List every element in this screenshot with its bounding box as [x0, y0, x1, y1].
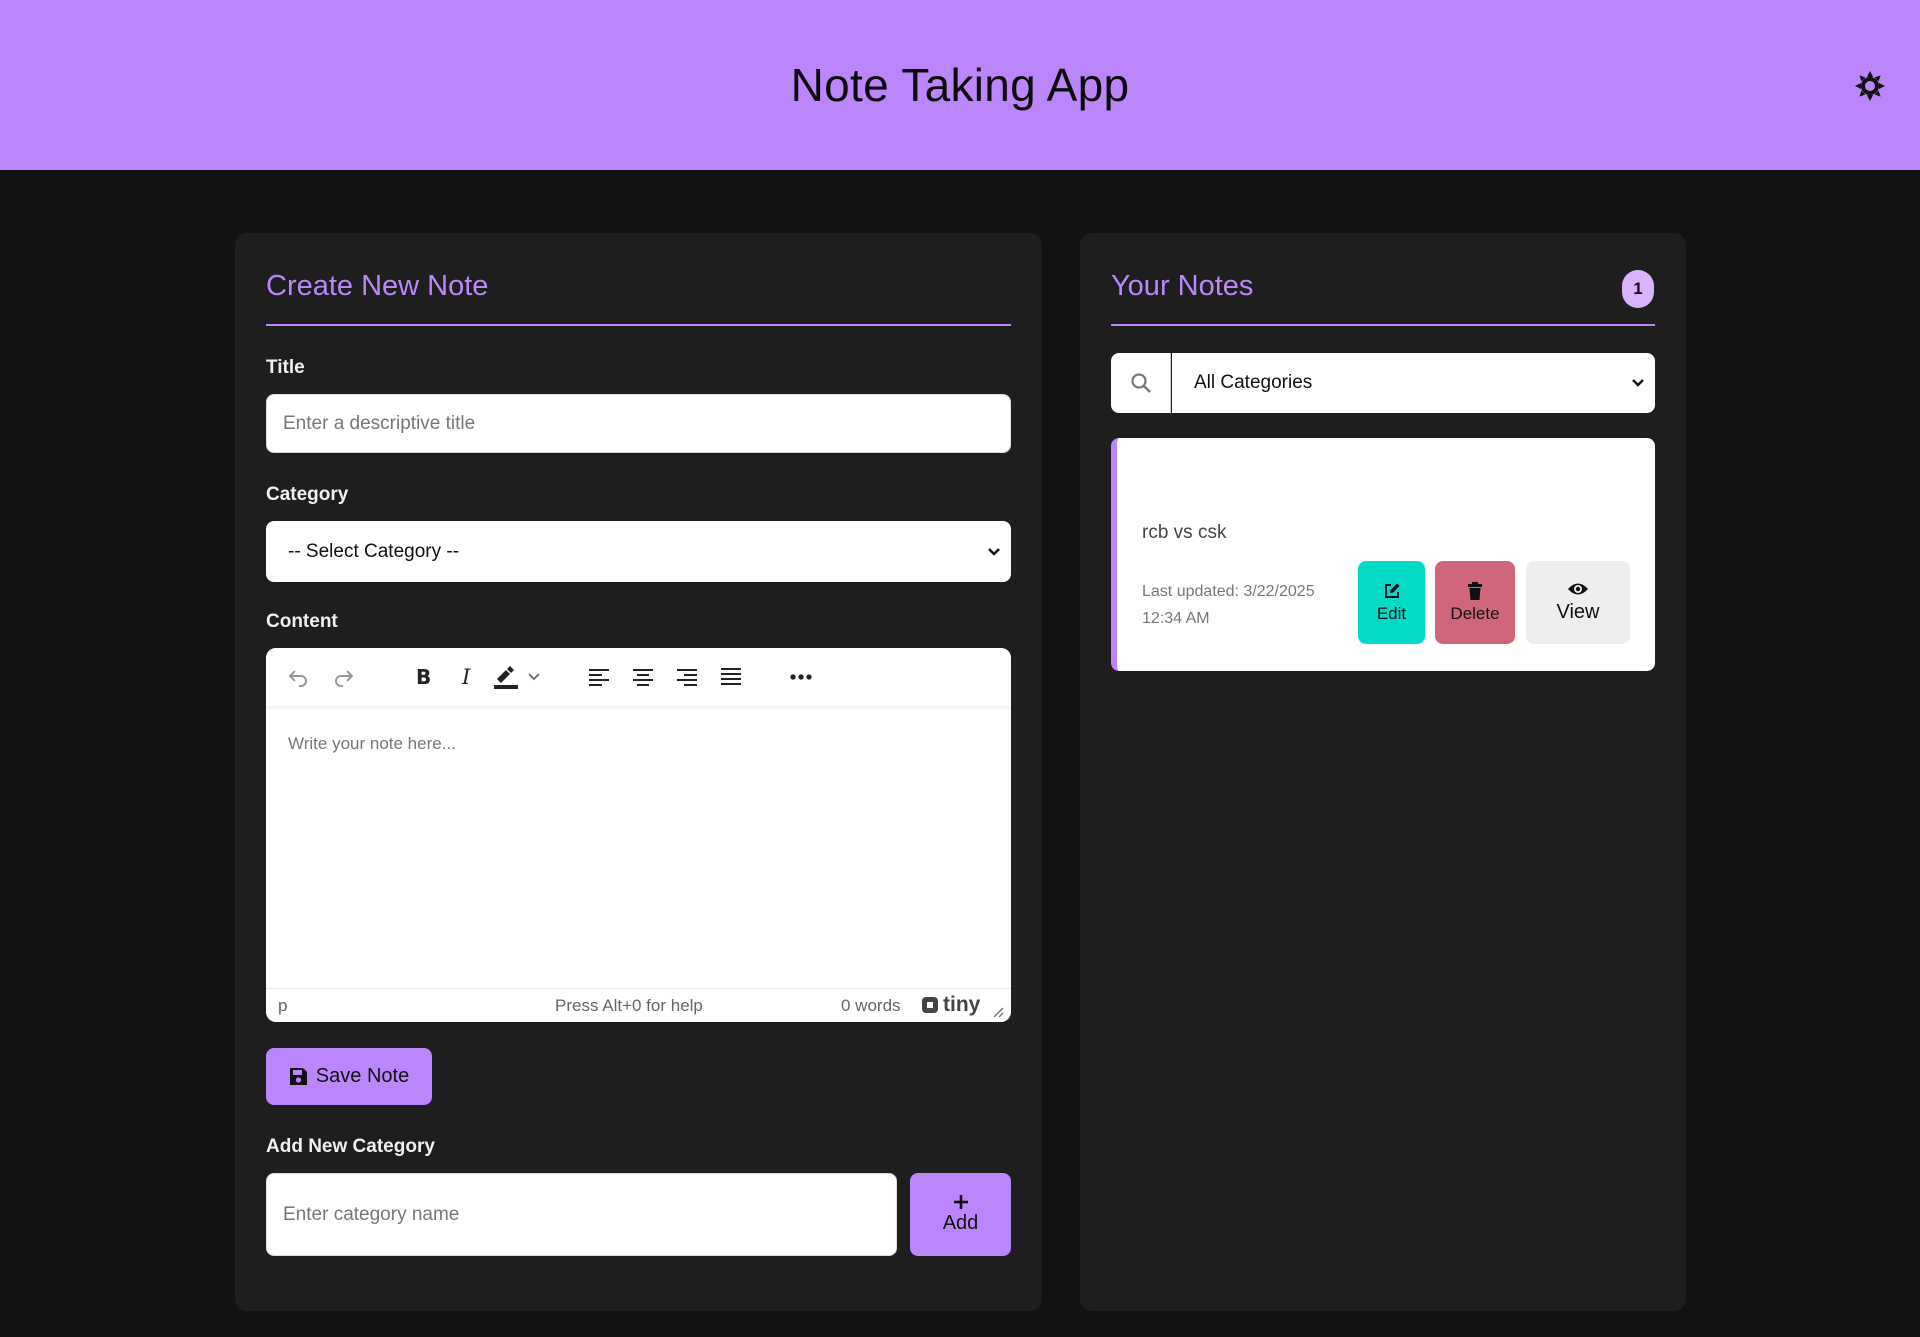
undo-button[interactable]: [283, 662, 313, 692]
note-card[interactable]: rcb vs csk Last updated: 3/22/2025 12:34…: [1111, 438, 1655, 671]
notes-divider: [1111, 324, 1655, 326]
note-title: rcb vs csk: [1142, 522, 1227, 543]
view-note-button[interactable]: View: [1526, 561, 1630, 644]
sun-icon: [1855, 71, 1885, 101]
tiny-logo-icon: [922, 997, 938, 1013]
italic-icon: I: [461, 665, 471, 689]
editor-statusbar: p Press Alt+0 for help 0 words tiny: [266, 988, 1011, 1022]
search-icon: [1130, 373, 1151, 393]
highlight-color-button[interactable]: [492, 662, 546, 692]
more-options-button[interactable]: [786, 662, 816, 692]
create-note-panel: Create New Note Title Category -- Select…: [235, 233, 1042, 1311]
align-left-button[interactable]: [584, 662, 614, 692]
app-header: Note Taking App: [0, 0, 1920, 170]
align-center-icon: [633, 669, 653, 686]
add-category-button[interactable]: Add: [910, 1173, 1011, 1256]
save-note-button[interactable]: Save Note: [266, 1048, 432, 1105]
edit-note-button[interactable]: Edit: [1358, 561, 1425, 644]
resize-grip-icon: [993, 1007, 1004, 1018]
redo-icon: [335, 670, 354, 687]
tiny-brand-link[interactable]: tiny: [920, 993, 980, 1017]
delete-note-label: Delete: [1450, 603, 1500, 623]
undo-icon: [288, 670, 307, 687]
content-label: Content: [266, 611, 338, 632]
category-select-value: -- Select Category --: [288, 540, 460, 562]
chevron-down-icon: [988, 547, 1000, 556]
create-note-divider: [266, 324, 1011, 326]
svg-text:I: I: [461, 665, 471, 689]
eye-icon: [1568, 583, 1588, 595]
category-filter-value: All Categories: [1194, 372, 1313, 393]
more-dots-icon: [790, 674, 812, 680]
align-justify-button[interactable]: [716, 662, 746, 692]
align-left-icon: [589, 669, 609, 686]
notes-list-panel: Your Notes 1 All Categories rcb vs csk L…: [1080, 233, 1686, 1311]
element-path[interactable]: p: [278, 996, 287, 1016]
chevron-down-icon: [1632, 379, 1644, 387]
add-category-label: Add New Category: [266, 1136, 435, 1157]
add-category-button-label: Add: [942, 1212, 979, 1234]
tiny-brand-text: tiny: [943, 993, 981, 1016]
notes-count-badge: 1: [1622, 270, 1654, 308]
app-title: Note Taking App: [790, 59, 1130, 111]
redo-button[interactable]: [329, 662, 359, 692]
theme-toggle-button[interactable]: [1852, 68, 1888, 104]
title-input[interactable]: [266, 394, 1011, 453]
category-name-input[interactable]: [266, 1173, 897, 1256]
align-center-button[interactable]: [628, 662, 658, 692]
align-right-icon: [677, 669, 697, 686]
align-justify-icon: [721, 668, 741, 685]
delete-note-button[interactable]: Delete: [1435, 561, 1515, 644]
category-select[interactable]: -- Select Category --: [266, 521, 1011, 582]
bold-button[interactable]: B: [407, 662, 437, 692]
plus-icon: [953, 1195, 968, 1209]
bold-icon: B: [416, 665, 431, 689]
trash-icon: [1468, 581, 1482, 600]
title-label: Title: [266, 357, 305, 378]
word-count[interactable]: 0 words: [841, 996, 901, 1016]
view-note-label: View: [1556, 601, 1600, 623]
floppy-disk-icon: [289, 1068, 307, 1085]
rich-text-editor: B I Write your note here... p Press Alt+…: [266, 648, 1011, 1022]
search-button[interactable]: [1111, 353, 1171, 413]
edit-note-label: Edit: [1376, 603, 1407, 623]
help-hint: Press Alt+0 for help: [555, 996, 703, 1015]
category-filter-select[interactable]: All Categories: [1172, 353, 1655, 413]
editor-toolbar: B I: [266, 648, 1011, 706]
align-right-button[interactable]: [672, 662, 702, 692]
svg-text:B: B: [416, 665, 431, 689]
editor-content-area[interactable]: Write your note here...: [288, 734, 456, 754]
notes-heading: Your Notes: [1111, 270, 1254, 302]
resize-handle[interactable]: [992, 1003, 1004, 1022]
note-last-updated: Last updated: 3/22/2025 12:34 AM: [1142, 583, 1315, 627]
create-note-heading: Create New Note: [266, 270, 489, 302]
edit-icon: [1384, 583, 1399, 598]
category-label: Category: [266, 484, 349, 505]
italic-button[interactable]: I: [451, 662, 481, 692]
save-note-label: Save Note: [315, 1065, 410, 1087]
highlighter-icon: [494, 666, 540, 689]
